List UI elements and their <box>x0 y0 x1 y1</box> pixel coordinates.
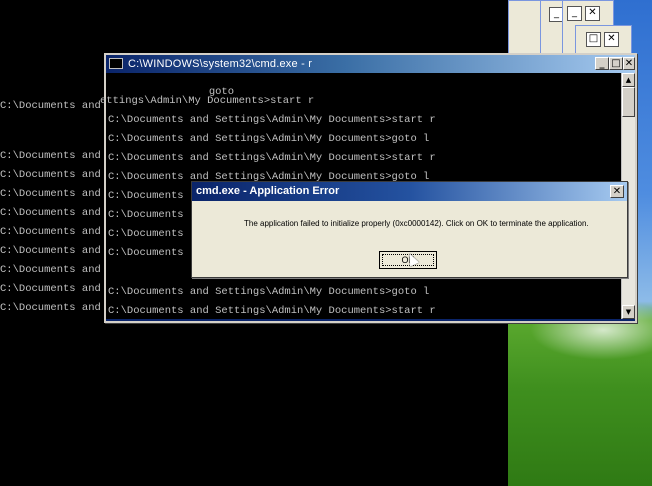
console-line: C:\Documents and <box>0 169 101 181</box>
console-line: C:\Documents and Settings\Admin\My Docum… <box>108 133 430 145</box>
console-line: ettings\Admin\My Documents>start r <box>100 95 315 107</box>
console-line: C:\Documents <box>108 209 184 221</box>
scroll-down-button[interactable]: ▼ <box>622 305 635 319</box>
dialog-titlebar[interactable]: cmd.exe - Application Error ✕ <box>192 182 627 201</box>
scroll-thumb[interactable] <box>622 87 635 117</box>
scroll-up-button[interactable]: ▲ <box>622 73 635 87</box>
console-line: C:\Documents <box>108 228 184 240</box>
console-line: C:\Documents <box>108 247 184 259</box>
console-line: C:\Documents and <box>0 302 101 314</box>
console-line: C:\Documents and ! <box>0 100 114 112</box>
close-icon[interactable]: ✕ <box>585 6 600 21</box>
console-line: C:\Documents and <box>0 245 101 257</box>
console-line: C:\Documents and Settings\Admin\My Docum… <box>108 114 436 126</box>
maximize-icon[interactable]: □ <box>586 32 601 47</box>
console-line: C:\Documents and Settings\Admin\My Docum… <box>108 305 436 317</box>
dialog-title: cmd.exe - Application Error <box>196 185 340 197</box>
console-line: C:\Documents <box>108 190 184 202</box>
close-button[interactable]: ✕ <box>623 57 635 70</box>
minimize-icon[interactable]: _ <box>567 6 582 21</box>
cmd-icon <box>109 58 123 69</box>
console-line: C:\Documents and <box>0 188 101 200</box>
cmd-window-title: C:\WINDOWS\system32\cmd.exe - r <box>128 58 313 70</box>
console-line: C:\Documents and <box>0 264 101 276</box>
cmd-titlebar[interactable]: C:\WINDOWS\system32\cmd.exe - r _ □ ✕ <box>106 55 635 73</box>
console-line: C:\Documents and <box>0 283 101 295</box>
dialog-message: The application failed to initialize pro… <box>244 219 589 228</box>
console-line: C:\Documents and Settings\Admin\My Docum… <box>108 152 436 164</box>
dialog-close-button[interactable]: ✕ <box>610 185 624 198</box>
console-line: C:\Documents and <box>0 207 101 219</box>
console-line: C:\Documents and Settings\Admin\My Docum… <box>108 286 430 298</box>
maximize-button[interactable]: □ <box>609 57 623 70</box>
console-line: C:\Documents and <box>0 226 101 238</box>
minimize-button[interactable]: _ <box>595 57 609 70</box>
console-line: C:\Documents and <box>0 150 101 162</box>
close-icon[interactable]: ✕ <box>604 32 619 47</box>
